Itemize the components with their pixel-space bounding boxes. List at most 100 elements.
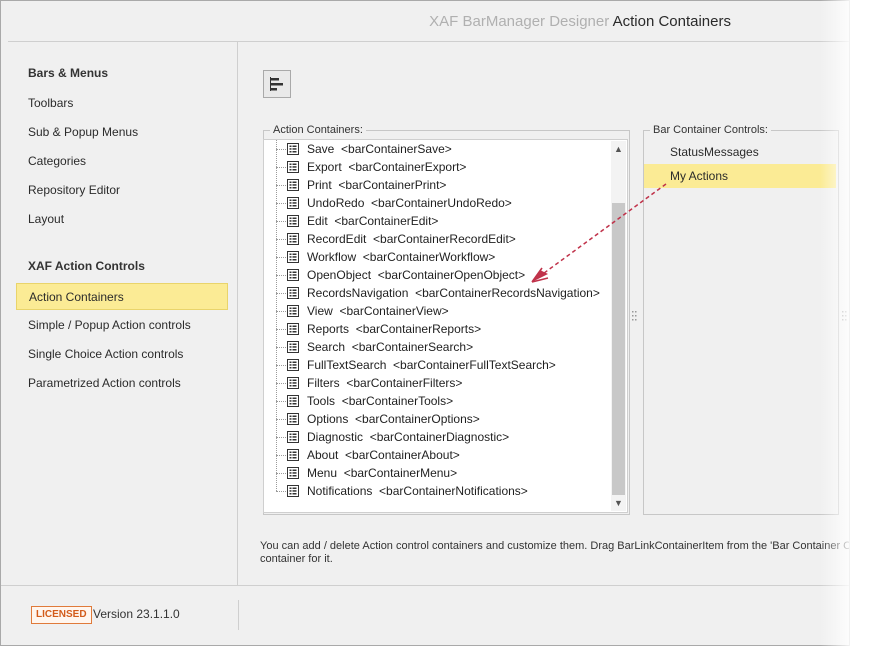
group-title-xaf-action-controls: XAF Action Controls bbox=[28, 259, 145, 273]
scroll-up-icon[interactable]: ▲ bbox=[611, 141, 626, 157]
container-id: <barContainerSave> bbox=[341, 142, 452, 156]
container-name: Filters bbox=[307, 376, 340, 390]
container-item-icon bbox=[287, 395, 299, 407]
container-row[interactable]: About <barContainerAbout> bbox=[286, 446, 460, 464]
help-text: You can add / delete Action control cont… bbox=[260, 540, 850, 565]
tree-connector bbox=[276, 329, 286, 330]
container-item-icon bbox=[287, 485, 299, 497]
container-name: UndoRedo bbox=[307, 196, 365, 210]
container-name: Notifications bbox=[307, 484, 373, 498]
tree-connector bbox=[276, 221, 286, 222]
nav-item-single-choice-action-controls[interactable]: Single Choice Action controls bbox=[16, 341, 228, 368]
tree-connector bbox=[276, 167, 286, 168]
container-item-icon bbox=[287, 197, 299, 209]
container-row[interactable]: Reports <barContainerReports> bbox=[286, 320, 481, 338]
action-containers-legend: Action Containers: bbox=[273, 124, 363, 136]
container-row[interactable]: RecordEdit <barContainerRecordEdit> bbox=[286, 230, 516, 248]
container-row[interactable]: OpenObject <barContainerOpenObject> bbox=[286, 266, 525, 284]
container-id: <barContainerFilters> bbox=[346, 376, 463, 390]
container-row[interactable]: Save <barContainerSave> bbox=[286, 140, 452, 158]
container-row[interactable]: Options <barContainerOptions> bbox=[286, 410, 480, 428]
container-row[interactable]: Export <barContainerExport> bbox=[286, 158, 466, 176]
container-row[interactable]: UndoRedo <barContainerUndoRedo> bbox=[286, 194, 512, 212]
group-title-bars-menus: Bars & Menus bbox=[28, 66, 109, 80]
container-row[interactable]: Print <barContainerPrint> bbox=[286, 176, 446, 194]
container-name: Tools bbox=[307, 394, 336, 408]
tree-connector bbox=[276, 491, 286, 492]
container-row[interactable]: Search <barContainerSearch> bbox=[286, 338, 473, 356]
nav-item-sub-popup-menus[interactable]: Sub & Popup Menus bbox=[16, 119, 228, 146]
control-item-statusmessages[interactable]: StatusMessages bbox=[644, 140, 836, 164]
container-name: Export bbox=[307, 160, 342, 174]
container-item-icon bbox=[287, 179, 299, 191]
container-name: Options bbox=[307, 412, 349, 426]
container-name: Search bbox=[307, 340, 346, 354]
license-badge: LICENSED bbox=[31, 606, 92, 624]
nav-item-repository-editor[interactable]: Repository Editor bbox=[16, 177, 228, 204]
tree-connector bbox=[276, 149, 286, 150]
container-name: Print bbox=[307, 178, 332, 192]
container-row[interactable]: View <barContainerView> bbox=[286, 302, 449, 320]
scroll-down-icon[interactable]: ▼ bbox=[611, 495, 626, 511]
container-name: Reports bbox=[307, 322, 350, 336]
nav-item-toolbars[interactable]: Toolbars bbox=[16, 90, 228, 117]
tree-connector bbox=[276, 437, 286, 438]
tree-connector bbox=[276, 239, 286, 240]
designer-window: XAF BarManager Designer Action Container… bbox=[0, 0, 850, 646]
container-name: Edit bbox=[307, 214, 328, 228]
container-row[interactable]: Tools <barContainerTools> bbox=[286, 392, 453, 410]
container-row[interactable]: Filters <barContainerFilters> bbox=[286, 374, 462, 392]
container-item-icon bbox=[287, 161, 299, 173]
container-item-icon bbox=[287, 269, 299, 281]
bar-container-controls-legend: Bar Container Controls: bbox=[653, 124, 768, 136]
container-id: <barContainerPrint> bbox=[338, 178, 447, 192]
container-id: <barContainerDiagnostic> bbox=[369, 430, 510, 444]
container-row[interactable]: Workflow <barContainerWorkflow> bbox=[286, 248, 495, 266]
nav-item-parametrized-action-controls[interactable]: Parametrized Action controls bbox=[16, 370, 228, 397]
align-left-button[interactable] bbox=[263, 70, 291, 98]
container-item-icon bbox=[287, 323, 299, 335]
tree-connector bbox=[276, 293, 286, 294]
title-bar: XAF BarManager Designer Action Container… bbox=[1, 1, 849, 41]
container-name: FullTextSearch bbox=[307, 358, 387, 372]
tree-connector bbox=[276, 347, 286, 348]
container-name: RecordsNavigation bbox=[307, 286, 409, 300]
tree-connector bbox=[276, 383, 286, 384]
tree-connector bbox=[276, 419, 286, 420]
content-pane: Action Containers: Save <barContainerSav… bbox=[238, 41, 850, 586]
container-name: RecordEdit bbox=[307, 232, 367, 246]
tree-connector bbox=[276, 275, 286, 276]
container-id: <barContainerOpenObject> bbox=[377, 268, 526, 282]
container-id: <barContainerNotifications> bbox=[379, 484, 528, 498]
container-item-icon bbox=[287, 413, 299, 425]
container-id: <barContainerFullTextSearch> bbox=[393, 358, 556, 372]
container-row[interactable]: Diagnostic <barContainerDiagnostic> bbox=[286, 428, 509, 446]
tree-connector bbox=[276, 473, 286, 474]
container-name: About bbox=[307, 448, 339, 462]
container-item-icon bbox=[287, 467, 299, 479]
tree-connector bbox=[276, 203, 286, 204]
container-item-icon bbox=[287, 287, 299, 299]
nav-item-layout[interactable]: Layout bbox=[16, 206, 228, 233]
container-row[interactable]: Menu <barContainerMenu> bbox=[286, 464, 457, 482]
container-id: <barContainerTools> bbox=[341, 394, 454, 408]
container-name: View bbox=[307, 304, 333, 318]
container-name: Workflow bbox=[307, 250, 357, 264]
align-left-icon bbox=[270, 77, 283, 91]
splitter-grip-icon[interactable] bbox=[630, 310, 638, 322]
nav-item-simple-popup-action-controls[interactable]: Simple / Popup Action controls bbox=[16, 312, 228, 339]
window-title: XAF BarManager Designer Action Container… bbox=[429, 13, 731, 30]
nav-item-action-containers[interactable]: Action Containers bbox=[16, 283, 228, 310]
container-name: OpenObject bbox=[307, 268, 372, 282]
container-id: <barContainerWorkflow> bbox=[362, 250, 496, 264]
nav-item-categories[interactable]: Categories bbox=[16, 148, 228, 175]
container-id: <barContainerSearch> bbox=[351, 340, 474, 354]
container-item-icon bbox=[287, 431, 299, 443]
container-row[interactable]: FullTextSearch <barContainerFullTextSear… bbox=[286, 356, 556, 374]
splitter-grip-icon-2[interactable] bbox=[840, 310, 848, 322]
tree-connector bbox=[276, 455, 286, 456]
container-id: <barContainerExport> bbox=[348, 160, 467, 174]
container-row[interactable]: Notifications <barContainerNotifications… bbox=[286, 482, 528, 500]
container-row[interactable]: Edit <barContainerEdit> bbox=[286, 212, 438, 230]
version-label: Version 23.1.1.0 bbox=[93, 607, 180, 621]
